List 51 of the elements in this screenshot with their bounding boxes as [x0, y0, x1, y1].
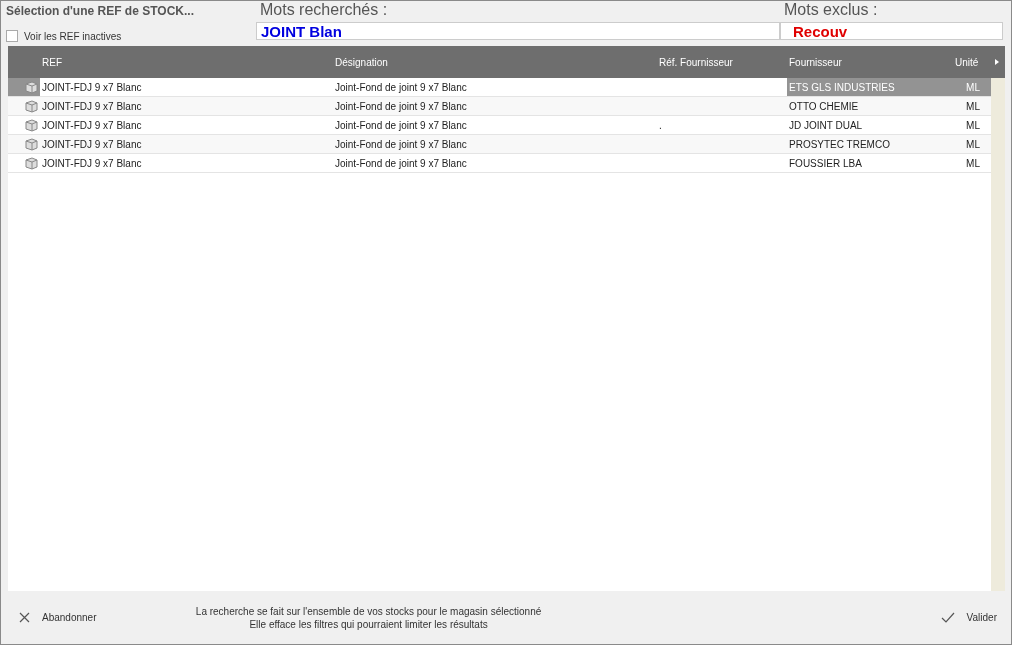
- box-icon: [25, 99, 38, 113]
- scrollbar[interactable]: [991, 78, 1005, 591]
- table-cell-text: ML: [965, 99, 981, 114]
- table-cell-text: PROSYTEC TREMCO: [788, 137, 891, 152]
- table-cell-text: Joint-Fond de joint 9 x7 Blanc: [334, 80, 468, 95]
- table-row[interactable]: JOINT-FDJ 9 x7 Blanc Joint-Fond de joint 9 x7 Blanc PROSYTEC TREMCO ML: [8, 135, 991, 154]
- info-text: Elle efface les filtres qui pourraient limiter les résultats: [249, 617, 488, 631]
- checkbox-label: Voir les REF inactives: [24, 30, 122, 42]
- window-title: Sélection d'une REF de STOCK...: [6, 4, 195, 18]
- table-cell-text: JOINT-FDJ 9 x7 Blanc: [41, 118, 143, 133]
- table-cell-text: .: [658, 118, 663, 133]
- table-cell-text: Joint-Fond de joint 9 x7 Blanc: [334, 156, 468, 171]
- table-cell-text: Joint-Fond de joint 9 x7 Blanc: [334, 137, 468, 152]
- table-cell-text: Joint-Fond de joint 9 x7 Blanc: [334, 118, 468, 133]
- column-header[interactable]: Fournisseur: [787, 56, 953, 68]
- table-cell-text: JOINT-FDJ 9 x7 Blanc: [41, 156, 143, 171]
- table-cell-text: ML: [965, 137, 981, 152]
- table-cell-text: JD JOINT DUAL: [788, 118, 864, 133]
- caret-icon[interactable]: [995, 59, 999, 65]
- table-cell-text: JOINT-FDJ 9 x7 Blanc: [41, 137, 143, 152]
- close-icon: [19, 612, 30, 623]
- table-cell-text: OTTO CHEMIE: [788, 99, 860, 114]
- box-icon: [25, 137, 38, 151]
- table-cell-text: FOUSSIER LBA: [788, 156, 863, 171]
- table-cell-text: ML: [965, 118, 981, 133]
- column-header[interactable]: Unité: [953, 56, 991, 68]
- box-icon: [25, 118, 38, 132]
- confirm-button[interactable]: Valider: [936, 608, 1001, 627]
- column-header[interactable]: Désignation: [333, 56, 657, 68]
- cancel-button[interactable]: Abandonner: [15, 608, 101, 627]
- table-row[interactable]: JOINT-FDJ 9 x7 Blanc Joint-Fond de joint 9 x7 Blanc . JD JOINT DUAL ML: [8, 116, 991, 135]
- exclude-label: Mots exclus :: [783, 1, 879, 20]
- search-field[interactable]: JOINT Blan: [256, 22, 780, 40]
- table-row[interactable]: JOINT-FDJ 9 x7 Blanc Joint-Fond de joint 9 x7 Blanc FOUSSIER LBA ML: [8, 154, 991, 173]
- table-cell-text: Joint-Fond de joint 9 x7 Blanc: [334, 99, 468, 114]
- column-header[interactable]: REF: [40, 56, 333, 68]
- table-row[interactable]: JOINT-FDJ 9 x7 Blanc Joint-Fond de joint 9 x7 Blanc OTTO CHEMIE ML: [8, 97, 991, 116]
- check-icon: [940, 612, 955, 623]
- table-cell-text: JOINT-FDJ 9 x7 Blanc: [41, 80, 143, 95]
- table-row[interactable]: JOINT-FDJ 9 x7 Blanc Joint-Fond de joint 9 x7 Blanc ETS GLS INDUSTRIES ML: [8, 78, 991, 97]
- table-cell: ETS GLS INDUSTRIES: [787, 78, 953, 96]
- info-text: La recherche se fait sur l'ensemble de vos stocks pour le magasin sélectionné: [195, 604, 542, 618]
- table-cell-text: JOINT-FDJ 9 x7 Blanc: [41, 99, 143, 114]
- box-icon: [25, 80, 38, 94]
- table-cell: ML: [953, 78, 991, 96]
- search-label: Mots recherchés :: [259, 1, 389, 20]
- column-header[interactable]: Réf. Fournisseur: [657, 56, 787, 68]
- table-cell-text: ML: [965, 156, 981, 171]
- checkbox[interactable]: [6, 30, 18, 42]
- exclude-field[interactable]: Recouv: [780, 22, 1003, 40]
- box-icon: [25, 156, 38, 170]
